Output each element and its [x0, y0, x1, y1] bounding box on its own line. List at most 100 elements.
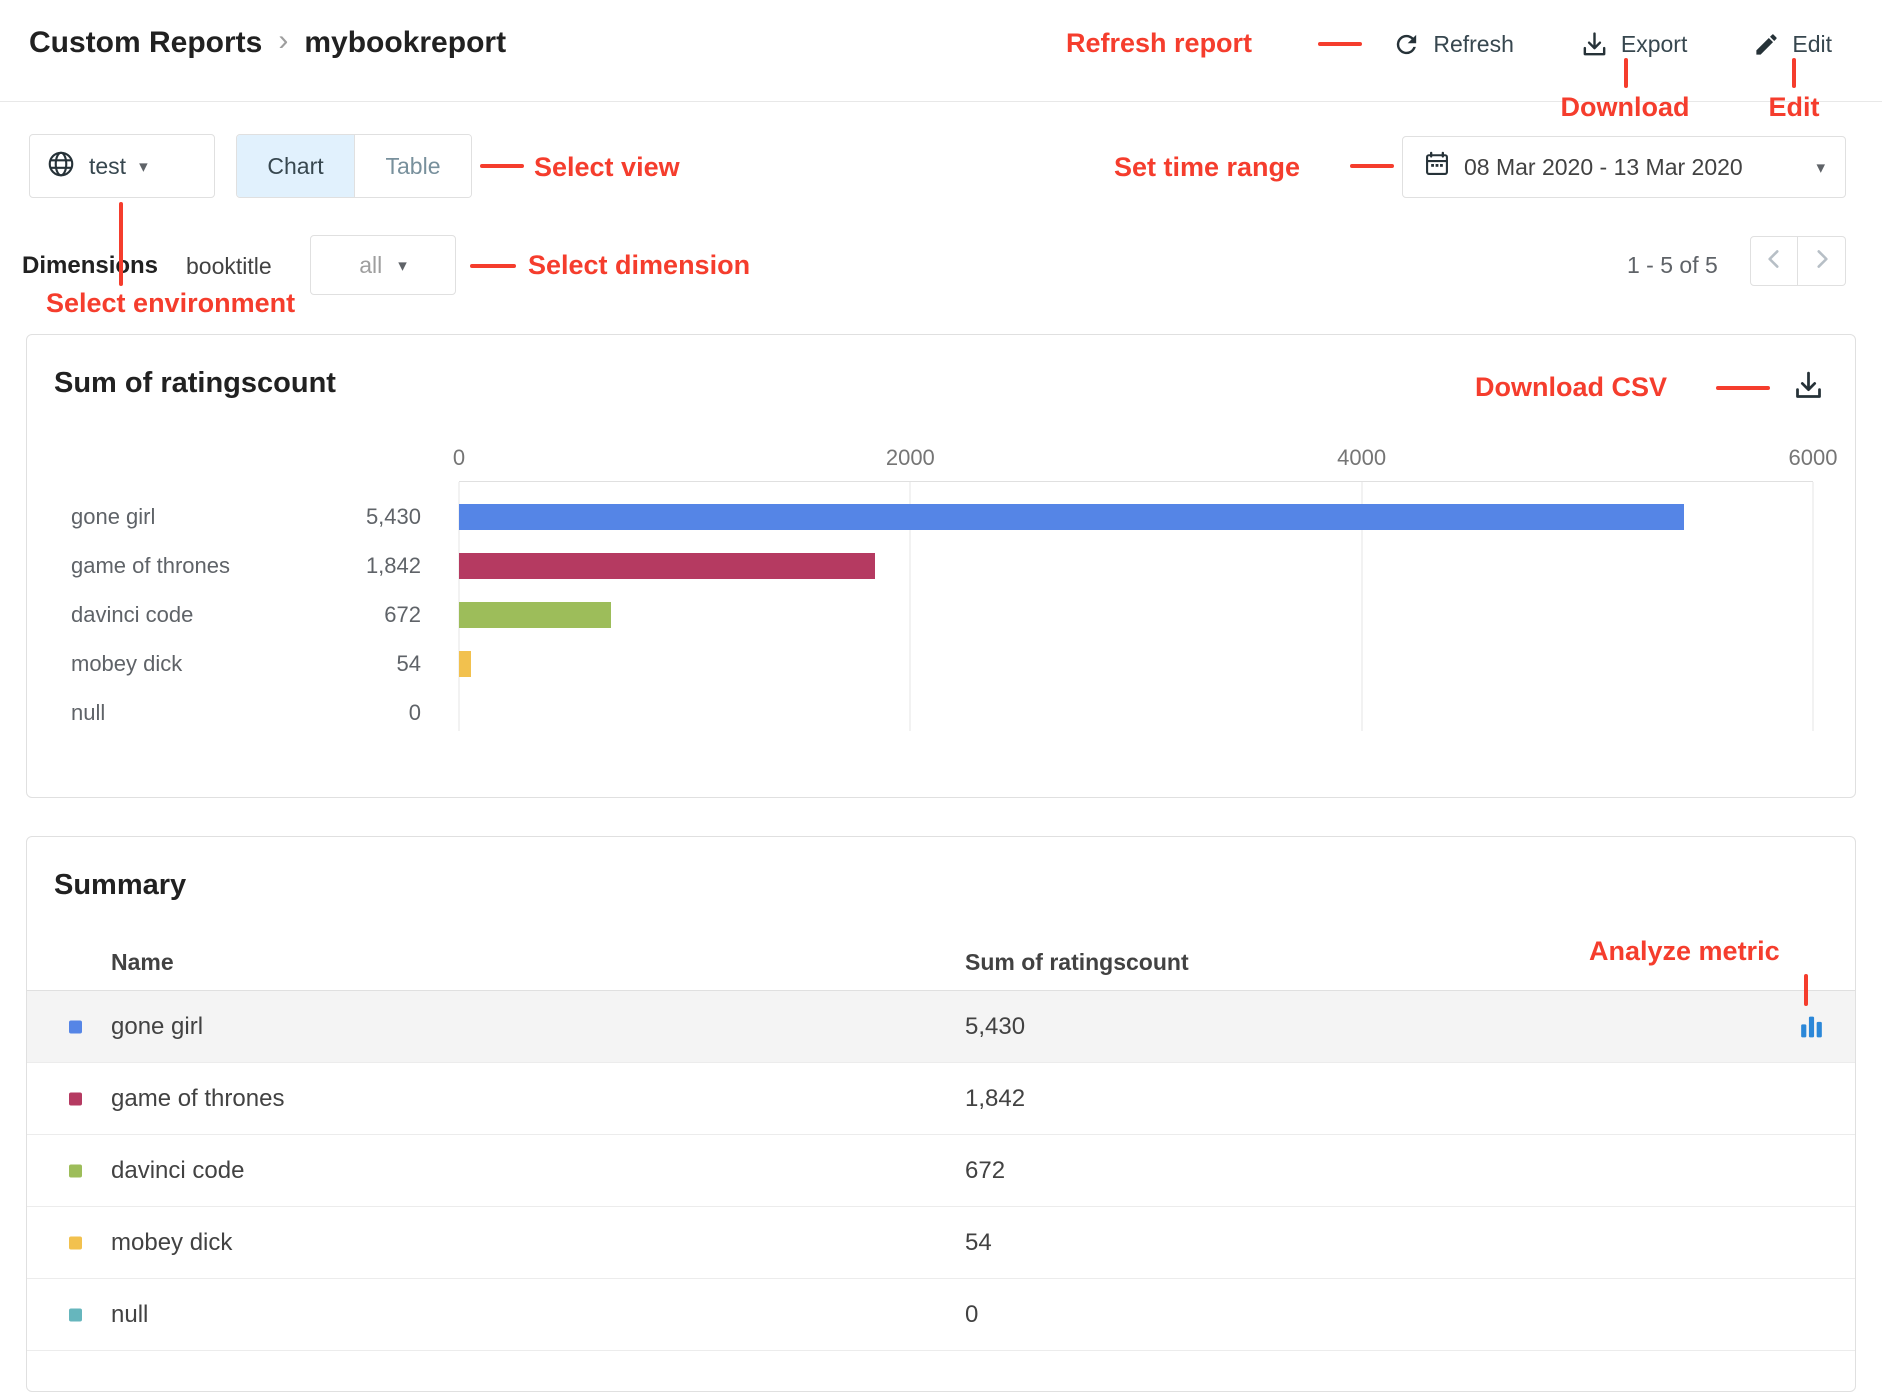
breadcrumb-current: mybookreport — [304, 26, 506, 60]
refresh-label: Refresh — [1433, 31, 1514, 58]
refresh-button[interactable]: Refresh — [1392, 30, 1514, 59]
breadcrumb-root[interactable]: Custom Reports — [29, 26, 262, 60]
chart-category-label: null — [71, 688, 105, 737]
chart-row: davinci code 672 — [27, 590, 1855, 639]
x-axis-tick-label: 2000 — [886, 443, 935, 473]
annotation-line-download — [1624, 58, 1628, 88]
annotation-line-set-time-range — [1350, 164, 1394, 168]
row-name: gone girl — [111, 991, 203, 1063]
pagination-status: 1 - 5 of 5 — [1627, 252, 1718, 279]
x-axis-tick-label: 6000 — [1789, 443, 1838, 473]
summary-table-header: Name Sum of ratingscount — [27, 933, 1855, 991]
chart-bar[interactable] — [459, 504, 1684, 530]
legend-swatch — [69, 1020, 82, 1033]
calendar-icon — [1423, 150, 1451, 184]
dimension-filter-select[interactable]: all ▾ — [310, 235, 456, 295]
column-header-value: Sum of ratingscount — [965, 933, 1189, 991]
view-toggle: Chart Table — [236, 134, 472, 198]
dimension-filter-value: all — [359, 252, 382, 279]
edit-label: Edit — [1792, 31, 1832, 58]
x-axis-tick-label: 0 — [453, 443, 465, 473]
x-axis: 0200040006000 — [459, 443, 1813, 473]
chart-title: Sum of ratingscount — [54, 367, 336, 400]
row-name: mobey dick — [111, 1207, 232, 1279]
annotation-refresh-report: Refresh report — [1066, 28, 1252, 59]
row-name: game of thrones — [111, 1063, 284, 1135]
annotation-set-time-range: Set time range — [1114, 152, 1300, 183]
chart-row: gone girl5,430 — [27, 492, 1855, 541]
chart-category-label: davinci code — [71, 590, 193, 639]
annotation-download: Download — [1540, 92, 1710, 123]
chart-value-label: 54 — [267, 639, 421, 688]
dimensions-label: Dimensions — [22, 252, 158, 280]
summary-table-row[interactable]: mobey dick 54 — [27, 1207, 1855, 1279]
summary-table: Name Sum of ratingscount gone girl5,430g… — [27, 933, 1855, 1351]
pagination-controls — [1750, 236, 1846, 286]
chart-rows: gone girl5,430game of thrones1,842davinc… — [27, 492, 1855, 737]
export-button[interactable]: Export — [1580, 30, 1687, 59]
row-value: 5,430 — [965, 991, 1025, 1063]
row-name: null — [111, 1279, 148, 1351]
row-value: 54 — [965, 1207, 992, 1279]
legend-swatch — [69, 1236, 82, 1249]
chart-value-label: 672 — [267, 590, 421, 639]
annotation-select-dimension: Select dimension — [528, 250, 750, 281]
annotation-line-edit — [1792, 58, 1796, 88]
summary-table-row[interactable]: null0 — [27, 1279, 1855, 1351]
dimension-name: booktitle — [186, 253, 272, 280]
chart-bar[interactable] — [459, 602, 611, 628]
legend-swatch — [69, 1092, 82, 1105]
annotation-line-select-view — [480, 164, 524, 168]
row-value: 672 — [965, 1135, 1005, 1207]
chart-bar[interactable] — [459, 651, 471, 677]
caret-down-icon: ▾ — [398, 257, 407, 274]
annotation-select-view: Select view — [534, 152, 680, 183]
summary-title: Summary — [54, 869, 186, 902]
export-label: Export — [1621, 31, 1687, 58]
chevron-right-icon — [1809, 246, 1835, 277]
annotation-select-environment: Select environment — [46, 288, 295, 319]
annotation-line-analyze-metric — [1804, 974, 1808, 1006]
pencil-icon — [1753, 31, 1780, 58]
chart-card: Sum of ratingscount 0200040006000 gone g… — [26, 334, 1856, 798]
legend-swatch — [69, 1164, 82, 1177]
caret-down-icon: ▾ — [139, 158, 148, 175]
environment-value: test — [89, 153, 126, 180]
tab-chart[interactable]: Chart — [237, 135, 354, 197]
tab-table[interactable]: Table — [354, 135, 471, 197]
environment-select[interactable]: test ▾ — [29, 134, 215, 198]
refresh-icon — [1392, 30, 1421, 59]
row-name: davinci code — [111, 1135, 244, 1207]
chart-bar-area — [459, 553, 1813, 579]
chart-bar[interactable] — [459, 553, 875, 579]
column-header-name: Name — [111, 933, 174, 991]
previous-page-button[interactable] — [1750, 236, 1798, 286]
summary-table-row[interactable]: game of thrones 1,842 — [27, 1063, 1855, 1135]
chart-row: game of thrones 1,842 — [27, 541, 1855, 590]
header-actions: Refresh Export Edit — [1392, 30, 1832, 59]
next-page-button[interactable] — [1798, 236, 1846, 286]
chart-bar-area — [459, 700, 1813, 726]
annotation-line-select-dimension — [470, 264, 516, 268]
edit-button[interactable]: Edit — [1753, 31, 1832, 58]
summary-table-row[interactable]: gone girl 5,430 — [27, 991, 1855, 1063]
summary-table-row[interactable]: davinci code 672 — [27, 1135, 1855, 1207]
download-csv-button[interactable] — [1792, 369, 1825, 407]
date-range-picker[interactable]: 08 Mar 2020 - 13 Mar 2020 ▾ — [1402, 136, 1846, 198]
breadcrumb: Custom Reports › mybookreport — [29, 26, 506, 60]
download-icon — [1792, 389, 1825, 406]
date-range-value: 08 Mar 2020 - 13 Mar 2020 — [1464, 154, 1743, 181]
chart-category-label: game of thrones — [71, 541, 230, 590]
chevron-right-icon: › — [278, 24, 288, 58]
annotation-download-csv: Download CSV — [1475, 372, 1667, 403]
chart-value-label: 0 — [267, 688, 421, 737]
chart-bar-area — [459, 504, 1813, 530]
analyze-metric-icon[interactable] — [1796, 1011, 1827, 1042]
row-value: 1,842 — [965, 1063, 1025, 1135]
chart-value-label: 1,842 — [267, 541, 421, 590]
download-icon — [1580, 30, 1609, 59]
summary-card: Summary Name Sum of ratingscount gone gi… — [26, 836, 1856, 1392]
chevron-left-icon — [1761, 246, 1787, 277]
chart-row: null 0 — [27, 688, 1855, 737]
chart-row: mobey dick54 — [27, 639, 1855, 688]
